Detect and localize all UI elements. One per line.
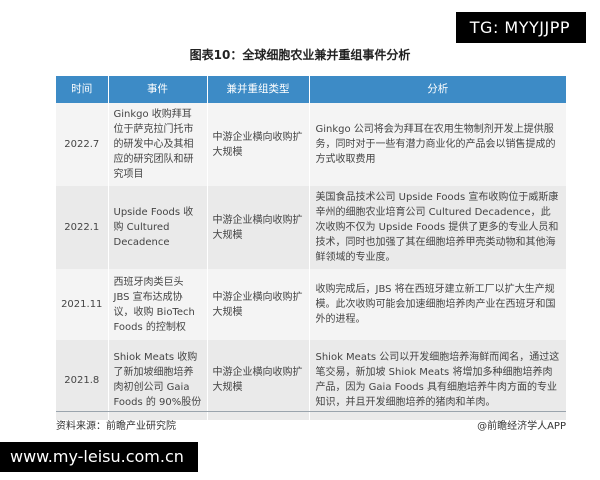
cell-analysis: Shiok Meats 公司以开发细胞培养海鲜而闻名，通过这笔交易，新加坡 Sh… [309,340,566,420]
source-note: 资料来源：前瞻产业研究院 [56,421,176,432]
header-analysis: 分析 [309,76,566,103]
credit-note: @前瞻经济学人APP [477,421,566,432]
cell-analysis: Ginkgo 公司将会为拜耳在农用生物制剂开发上提供服务，同时对于一些有潜力商业… [309,103,566,186]
footer-divider [56,411,566,412]
table-row: 2021.8 Shiok Meats 收购了新加坡细胞培养肉初创公司 Gaia … [56,340,566,420]
table-row: 2022.7 Ginkgo 收购拜耳位于萨克拉门托市的研发中心及其相应的研究团队… [56,103,566,186]
cell-time: 2021.11 [56,269,109,340]
header-type: 兼并重组类型 [207,76,310,103]
cell-event: Shiok Meats 收购了新加坡细胞培养肉初创公司 Gaia Foods 的… [108,340,208,420]
figure-title: 图表10：全球细胞农业兼并重组事件分析 [189,48,411,62]
cell-type: 中游企业横向收购扩大规模 [207,269,310,340]
header-time: 时间 [56,76,109,103]
table-row: 2022.1 Upside Foods 收购 Cultured Decadenc… [56,186,566,269]
tag-label: TG: MYYJJPP [455,12,586,43]
cell-event: Upside Foods 收购 Cultured Decadence [108,186,208,269]
cell-event: 西班牙肉类巨头 JBS 宣布达成协议，收购 BioTech Foods 的控制权 [108,269,208,340]
cell-time: 2022.7 [56,103,109,186]
events-table: 时间 事件 兼并重组类型 分析 2022.7 Ginkgo 收购拜耳位于萨克拉门… [56,76,566,420]
header-row: 时间 事件 兼并重组类型 分析 [56,76,566,103]
cell-analysis: 美国食品技术公司 Upside Foods 宣布收购位于威斯康辛州的细胞农业培育… [309,186,566,269]
cell-type: 中游企业横向收购扩大规模 [207,340,310,420]
cell-type: 中游企业横向收购扩大规模 [207,103,310,186]
site-watermark: www.my-leisu.com.cn [0,442,198,472]
cell-analysis: 收购完成后，JBS 将在西班牙建立新工厂以扩大生产规模。此次收购可能会加速细胞培… [309,269,566,340]
cell-event: Ginkgo 收购拜耳位于萨克拉门托市的研发中心及其相应的研究团队和研究项目 [108,103,208,186]
cell-time: 2021.8 [56,340,109,420]
page: TG: MYYJJPP 图表10：全球细胞农业兼并重组事件分析 时间 事件 兼并… [0,0,600,480]
cell-type: 中游企业横向收购扩大规模 [207,186,310,269]
cell-time: 2022.1 [56,186,109,269]
table-row: 2021.11 西班牙肉类巨头 JBS 宣布达成协议，收购 BioTech Fo… [56,269,566,340]
header-event: 事件 [108,76,208,103]
